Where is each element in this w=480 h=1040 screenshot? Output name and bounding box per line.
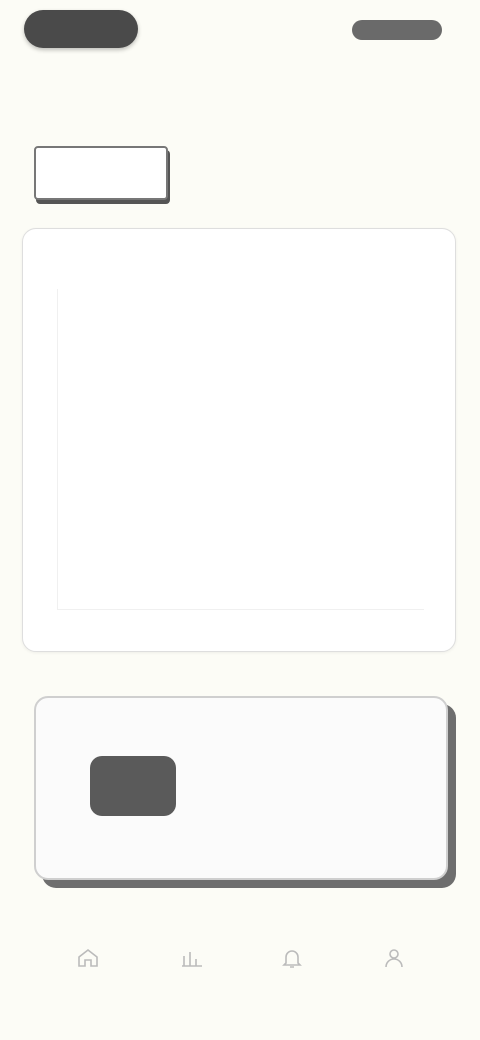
- main-card-header: [79, 253, 409, 273]
- user-icon: [385, 949, 403, 968]
- bell-icon: [282, 950, 302, 968]
- nav-item-4[interactable]: [364, 940, 424, 1000]
- home-icon: [78, 948, 98, 967]
- secondary-card[interactable]: [34, 696, 448, 880]
- chart-icon: [182, 952, 202, 967]
- tab-3[interactable]: [346, 146, 446, 196]
- tab-1[interactable]: [34, 146, 168, 200]
- tab-bar: [34, 146, 446, 200]
- center-value: [213, 419, 333, 489]
- primary-pill-button[interactable]: [24, 10, 138, 48]
- top-bar: [0, 0, 480, 70]
- bottom-nav: [0, 930, 480, 1020]
- nav-item-3[interactable]: [262, 940, 322, 1000]
- nav-item-2[interactable]: [162, 940, 222, 1000]
- tab-2[interactable]: [202, 146, 332, 196]
- top-right-indicator[interactable]: [352, 20, 442, 40]
- app-page: [0, 0, 480, 1040]
- main-card: [22, 228, 456, 652]
- nav-item-1[interactable]: [58, 940, 118, 1000]
- secondary-card-badge: [90, 756, 176, 816]
